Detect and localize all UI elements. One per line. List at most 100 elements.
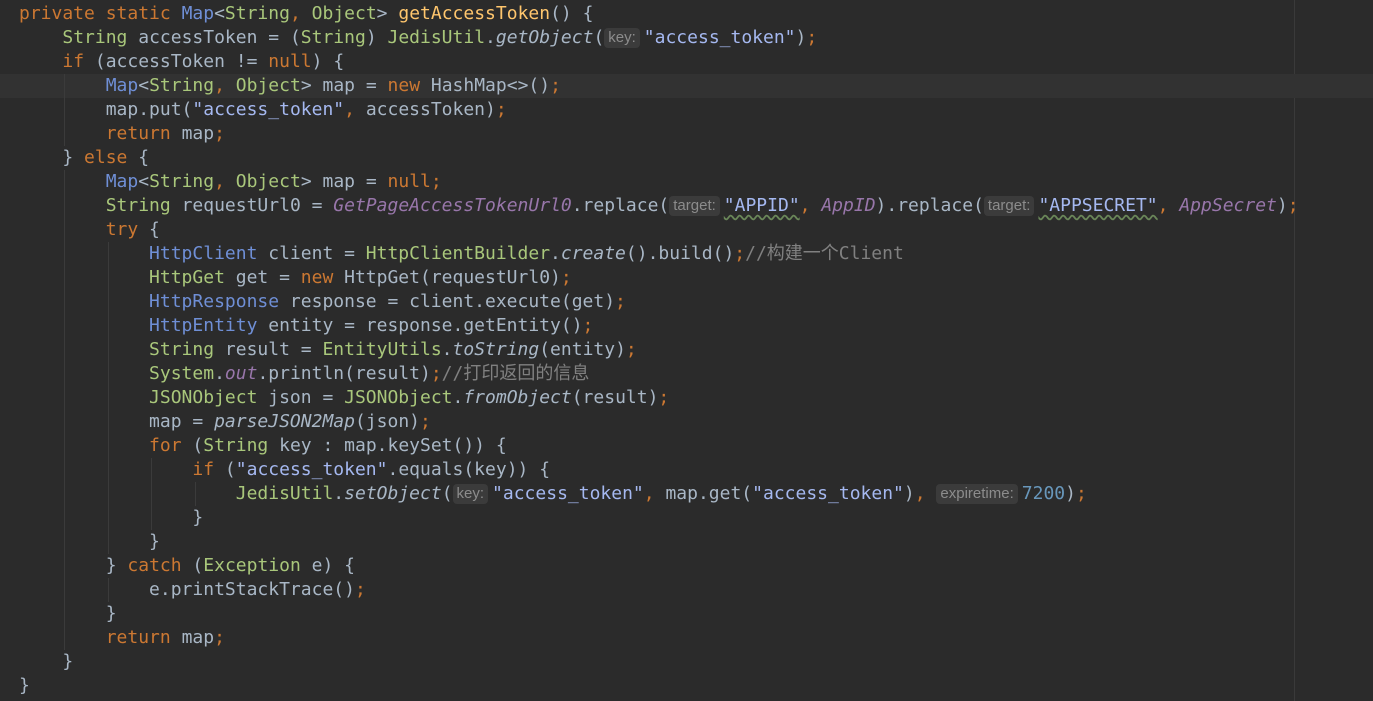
code-line[interactable]: return map; bbox=[0, 122, 1373, 146]
code-token: . bbox=[333, 483, 345, 504]
indent-guide bbox=[107, 266, 109, 290]
code-token: result = bbox=[214, 339, 323, 360]
code-token: catch bbox=[127, 555, 182, 576]
code-line[interactable]: HttpGet get = new HttpGet(requestUrl0); bbox=[0, 266, 1373, 290]
code-line[interactable]: } bbox=[0, 602, 1373, 626]
code-token: Map bbox=[181, 3, 215, 24]
code-token: getObject bbox=[495, 27, 594, 48]
code-line[interactable]: String requestUrl0 = GetPageAccessTokenU… bbox=[0, 194, 1373, 218]
code-token: ( bbox=[593, 27, 605, 48]
code-token: key : map.keySet()) { bbox=[268, 435, 507, 456]
code-line[interactable]: } bbox=[0, 650, 1373, 674]
code-token: fromObject bbox=[463, 387, 572, 408]
indent-guide bbox=[107, 242, 109, 266]
code-token: String bbox=[224, 3, 290, 24]
code-token: ( bbox=[181, 435, 204, 456]
code-token: toString bbox=[452, 339, 540, 360]
code-token: .println(result) bbox=[257, 363, 431, 384]
code-token: ( bbox=[214, 459, 236, 480]
code-line[interactable]: map.put("access_token", accessToken); bbox=[0, 98, 1373, 122]
code-line[interactable]: } bbox=[0, 506, 1373, 530]
code-line[interactable]: String accessToken = (String) JedisUtil.… bbox=[0, 26, 1373, 50]
indent-guide bbox=[107, 434, 109, 458]
indent-guide bbox=[107, 410, 109, 434]
indent-guide bbox=[64, 362, 66, 386]
code-editor[interactable]: private static Map<String, Object> getAc… bbox=[0, 0, 1373, 701]
code-line[interactable]: } bbox=[0, 530, 1373, 554]
code-line[interactable]: String result = EntityUtils.toString(ent… bbox=[0, 338, 1373, 362]
code-line[interactable]: } catch (Exception e) { bbox=[0, 554, 1373, 578]
code-token: ; bbox=[550, 75, 561, 96]
code-token: map.put( bbox=[105, 99, 193, 120]
indent-guide bbox=[107, 578, 109, 602]
code-token: new bbox=[300, 267, 345, 288]
code-token: { bbox=[127, 147, 150, 168]
code-token: json = bbox=[257, 387, 345, 408]
code-token: Map bbox=[105, 75, 139, 96]
indent-guide bbox=[64, 626, 66, 650]
code-line[interactable]: HttpClient client = HttpClientBuilder.cr… bbox=[0, 242, 1373, 266]
code-token: ) bbox=[795, 27, 807, 48]
indent-guide bbox=[194, 482, 196, 506]
code-token: HttpClientBuilder bbox=[365, 243, 551, 264]
code-line[interactable]: HttpResponse response = client.execute(g… bbox=[0, 290, 1373, 314]
code-token: String bbox=[149, 171, 215, 192]
code-token: entity = response.getEntity() bbox=[257, 315, 583, 336]
code-line[interactable]: System.out.println(result);//打印返回的信息 bbox=[0, 362, 1373, 386]
code-line[interactable]: JedisUtil.setObject(key: "access_token", … bbox=[0, 482, 1373, 506]
code-token: } bbox=[192, 507, 204, 528]
code-token: , bbox=[1157, 195, 1180, 216]
code-token: create bbox=[560, 243, 626, 264]
code-line[interactable]: HttpEntity entity = response.getEntity()… bbox=[0, 314, 1373, 338]
code-token: Map bbox=[105, 171, 139, 192]
code-token: map bbox=[181, 627, 215, 648]
code-line[interactable]: JSONObject json = JSONObject.fromObject(… bbox=[0, 386, 1373, 410]
code-token: ; bbox=[1287, 195, 1299, 216]
code-token: "access_token" bbox=[752, 483, 904, 504]
indent-guide bbox=[107, 338, 109, 362]
indent-guide bbox=[64, 506, 66, 530]
code-line[interactable]: for (String key : map.keySet()) { bbox=[0, 434, 1373, 458]
indent-guide bbox=[107, 530, 109, 554]
code-token: , bbox=[344, 99, 366, 120]
indent-guide bbox=[151, 482, 153, 506]
code-token: new bbox=[387, 75, 431, 96]
code-line[interactable]: return map; bbox=[0, 626, 1373, 650]
code-token: HashMap<>() bbox=[430, 75, 551, 96]
code-token: map = bbox=[149, 411, 215, 432]
code-line[interactable]: private static Map<String, Object> getAc… bbox=[0, 2, 1373, 26]
code-token: requestUrl0 = bbox=[170, 195, 334, 216]
code-line[interactable]: } else { bbox=[0, 146, 1373, 170]
code-line[interactable]: Map<String, Object> map = new HashMap<>(… bbox=[0, 74, 1373, 98]
code-line[interactable]: Map<String, Object> map = null; bbox=[0, 170, 1373, 194]
code-token: String bbox=[300, 27, 366, 48]
code-token: (result) bbox=[571, 387, 659, 408]
code-line[interactable]: } bbox=[0, 674, 1373, 698]
code-token: private static bbox=[19, 3, 182, 24]
code-token: "access_token" bbox=[192, 99, 345, 120]
code-token: setObject bbox=[344, 483, 442, 504]
code-token: client = bbox=[257, 243, 366, 264]
code-token: e) { bbox=[300, 555, 355, 576]
code-line[interactable]: e.printStackTrace(); bbox=[0, 578, 1373, 602]
code-line[interactable]: map = parseJSON2Map(json); bbox=[0, 410, 1373, 434]
code-token: getAccessToken bbox=[398, 3, 551, 24]
indent-guide bbox=[107, 386, 109, 410]
code-token: < bbox=[214, 3, 225, 24]
code-token: . bbox=[485, 27, 496, 48]
code-line[interactable]: try { bbox=[0, 218, 1373, 242]
code-line[interactable]: if ("access_token".equals(key)) { bbox=[0, 458, 1373, 482]
code-token: try bbox=[105, 219, 139, 240]
code-line[interactable]: if (accessToken != null) { bbox=[0, 50, 1373, 74]
indent-guide bbox=[64, 194, 66, 218]
code-lines[interactable]: private static Map<String, Object> getAc… bbox=[0, 2, 1373, 698]
code-token: JedisUtil bbox=[387, 27, 486, 48]
code-token: ; bbox=[615, 291, 626, 312]
code-token: ; bbox=[430, 171, 442, 192]
